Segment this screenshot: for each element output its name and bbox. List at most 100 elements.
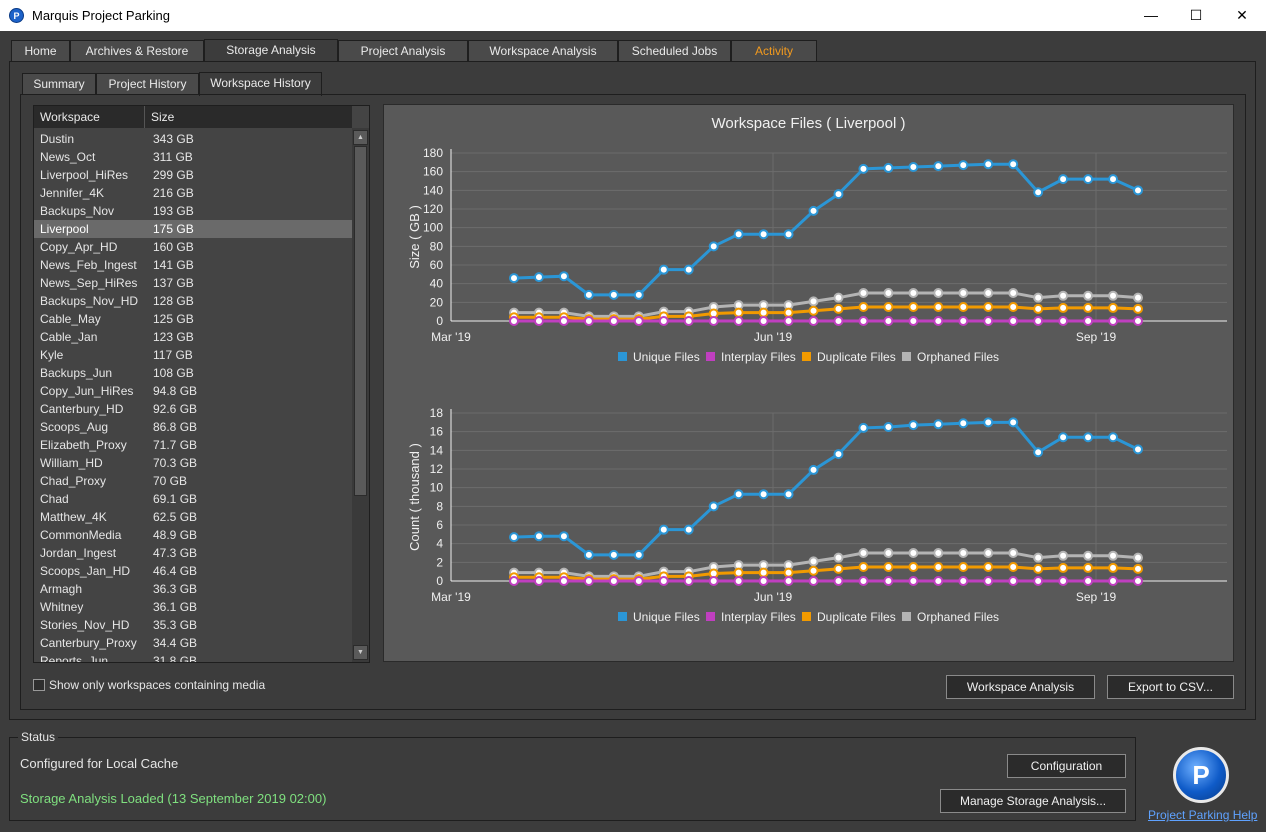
list-item[interactable]: Chad 69.1 GB: [34, 490, 352, 508]
x-tick-label: Sep '19: [1076, 590, 1117, 604]
workspace-name: Liverpool: [40, 222, 89, 236]
minimize-button[interactable]: —: [1128, 0, 1174, 31]
data-point: [533, 316, 544, 326]
configuration-button[interactable]: Configuration: [1007, 754, 1126, 778]
workspace-name: Matthew_4K: [40, 510, 107, 524]
tab-home[interactable]: Home: [11, 40, 70, 61]
list-item[interactable]: Canterbury_HD 92.6 GB: [34, 400, 352, 418]
tab-storage-analysis[interactable]: Storage Analysis: [204, 39, 338, 62]
list-item[interactable]: Liverpool_HiRes 299 GB: [34, 166, 352, 184]
data-point: [908, 420, 919, 431]
data-point: [633, 316, 644, 326]
workspace-size: 141 GB: [153, 258, 194, 272]
data-point: [958, 562, 969, 572]
workspace-size: 36.1 GB: [153, 600, 198, 614]
app-icon: P: [9, 8, 24, 23]
list-item[interactable]: Kyle 117 GB: [34, 346, 352, 364]
data-point: [1058, 174, 1069, 185]
list-item[interactable]: Copy_Jun_HiRes 94.8 GB: [34, 382, 352, 400]
tab-summary[interactable]: Summary: [22, 73, 96, 95]
data-point: [658, 316, 669, 326]
data-point: [883, 288, 894, 298]
list-item[interactable]: Backups_Nov 193 GB: [34, 202, 352, 220]
list-item[interactable]: CommonMedia 48.9 GB: [34, 526, 352, 544]
data-point: [883, 316, 894, 326]
list-item[interactable]: Dustin 343 GB: [34, 130, 352, 148]
workspace-size: 70 GB: [153, 474, 188, 488]
list-item[interactable]: Backups_Nov_HD 128 GB: [34, 292, 352, 310]
help-link[interactable]: Project Parking Help: [1148, 808, 1257, 822]
data-point: [1008, 548, 1019, 558]
workspace-size: 48.9 GB: [153, 528, 198, 542]
workspace-name: News_Sep_HiRes: [40, 276, 138, 290]
scroll-down-icon[interactable]: ▼: [353, 645, 368, 660]
list-item[interactable]: Elizabeth_Proxy 71.7 GB: [34, 436, 352, 454]
list-item[interactable]: Scoops_Jan_HD 46.4 GB: [34, 562, 352, 580]
list-item[interactable]: Whitney 36.1 GB: [34, 598, 352, 616]
tab-archives-restore[interactable]: Archives & Restore: [70, 40, 204, 61]
data-point: [1108, 562, 1119, 573]
workspace-list[interactable]: Workspace Size Dustin 343 GB News_Oct 311 G…: [33, 105, 370, 663]
list-item[interactable]: Scoops_Aug 86.8 GB: [34, 418, 352, 436]
media-only-checkbox[interactable]: [33, 679, 45, 691]
data-point: [683, 316, 694, 326]
close-button[interactable]: ✕: [1219, 0, 1265, 31]
tab-workspace-history[interactable]: Workspace History: [199, 72, 322, 96]
list-item[interactable]: Chad_Proxy 70 GB: [34, 472, 352, 490]
workspace-size: 137 GB: [153, 276, 194, 290]
workspace-name: Stories_Nov_HD: [40, 618, 130, 632]
list-item[interactable]: William_HD 70.3 GB: [34, 454, 352, 472]
export-csv-button[interactable]: Export to CSV...: [1107, 675, 1234, 699]
list-item[interactable]: Liverpool 175 GB: [34, 220, 352, 238]
list-item[interactable]: News_Sep_HiRes 137 GB: [34, 274, 352, 292]
tab-project-history[interactable]: Project History: [96, 73, 199, 95]
list-item[interactable]: Reports_Jun 31.8 GB: [34, 652, 352, 662]
data-point: [509, 273, 519, 284]
list-item[interactable]: Stories_Nov_HD 35.3 GB: [34, 616, 352, 634]
workspace-name: CommonMedia: [40, 528, 122, 542]
data-point: [683, 524, 694, 535]
workspace-analysis-button[interactable]: Workspace Analysis: [946, 675, 1095, 699]
list-item[interactable]: Canterbury_Proxy 34.4 GB: [34, 634, 352, 652]
list-item[interactable]: Backups_Jun 108 GB: [34, 364, 352, 382]
list-item[interactable]: News_Oct 311 GB: [34, 148, 352, 166]
data-point: [558, 531, 569, 542]
data-point: [933, 548, 944, 558]
list-item[interactable]: Jennifer_4K 216 GB: [34, 184, 352, 202]
data-point: [808, 305, 819, 316]
data-point: [1033, 303, 1044, 314]
data-point: [1033, 292, 1044, 303]
list-item[interactable]: Matthew_4K 62.5 GB: [34, 508, 352, 526]
workspace-size: 46.4 GB: [153, 564, 198, 578]
list-scrollbar[interactable]: ▲ ▼: [352, 128, 369, 662]
tab-activity[interactable]: Activity: [731, 40, 817, 61]
column-header-workspace[interactable]: Workspace: [34, 106, 145, 128]
window-title: Marquis Project Parking: [32, 8, 170, 23]
data-point: [858, 316, 869, 326]
list-item[interactable]: News_Feb_Ingest 141 GB: [34, 256, 352, 274]
data-point: [958, 576, 969, 586]
list-item[interactable]: Armagh 36.3 GB: [34, 580, 352, 598]
scroll-thumb[interactable]: [354, 146, 367, 496]
column-header-size[interactable]: Size: [145, 106, 352, 128]
manage-storage-analysis-button[interactable]: Manage Storage Analysis...: [940, 789, 1126, 813]
list-item[interactable]: Jordan_Ingest 47.3 GB: [34, 544, 352, 562]
data-point: [708, 501, 719, 512]
workspace-size: 94.8 GB: [153, 384, 198, 398]
list-item[interactable]: Cable_May 125 GB: [34, 310, 352, 328]
data-point: [908, 302, 919, 312]
tab-workspace-analysis[interactable]: Workspace Analysis: [468, 40, 618, 61]
scroll-up-icon[interactable]: ▲: [353, 130, 368, 145]
data-point: [509, 576, 519, 586]
legend-swatch: [802, 612, 811, 621]
list-item[interactable]: Cable_Jan 123 GB: [34, 328, 352, 346]
data-point: [583, 316, 594, 326]
legend-label: Orphaned Files: [917, 350, 999, 364]
maximize-button[interactable]: ☐: [1173, 0, 1219, 31]
tab-scheduled-jobs[interactable]: Scheduled Jobs: [618, 40, 731, 61]
list-item[interactable]: Copy_Apr_HD 160 GB: [34, 238, 352, 256]
workspace-size: 47.3 GB: [153, 546, 198, 560]
tab-project-analysis[interactable]: Project Analysis: [338, 40, 468, 61]
data-point: [1058, 550, 1069, 561]
y-axis-label: Count ( thousand ): [407, 443, 422, 551]
